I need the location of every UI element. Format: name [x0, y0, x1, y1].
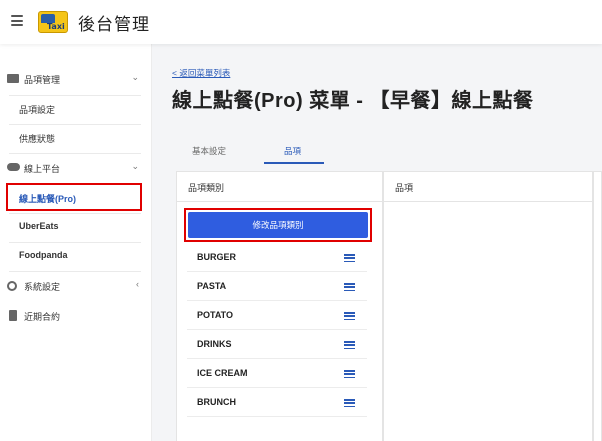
sidebar-item-product-management[interactable]: 品項管理 ⌄ [0, 65, 152, 94]
drag-handle-icon[interactable] [344, 254, 355, 263]
category-item[interactable]: PASTA [187, 272, 367, 301]
highlight-box-sidebar [6, 183, 142, 211]
logo: Taxi [38, 11, 68, 33]
folder-icon [7, 74, 19, 83]
drag-handle-icon[interactable] [344, 370, 355, 379]
active-tab-indicator [264, 162, 324, 164]
document-icon [9, 310, 17, 321]
cloud-icon [7, 163, 20, 171]
sidebar-item-online-platform[interactable]: 線上平台 ⌄ [0, 154, 152, 183]
category-item[interactable]: DRINKS [187, 330, 367, 359]
sidebar: 品項管理 ⌄ 品項設定 供應狀態 線上平台 ⌄ 線上點餐(Pro) UberEa… [0, 44, 152, 441]
chevron-down-icon: ⌄ [131, 161, 139, 171]
page-title: 線上點餐(Pro) 菜單 - 【早餐】線上點餐 [172, 90, 534, 112]
gear-icon [7, 281, 17, 291]
edit-category-button[interactable]: 修改品項類別 [188, 212, 368, 238]
drag-handle-icon[interactable] [344, 312, 355, 321]
category-panel-title: 品項類別 [188, 183, 225, 193]
category-item[interactable]: BURGER [187, 243, 367, 272]
chevron-down-icon: ⌄ [131, 72, 139, 82]
drag-handle-icon[interactable] [344, 399, 355, 408]
sidebar-item-system-settings[interactable]: 系統設定 ‹ [0, 272, 152, 301]
category-item[interactable]: BRUNCH [187, 388, 367, 417]
extra-panel-edge [593, 171, 602, 441]
items-panel-title: 品項 [395, 183, 414, 193]
category-item[interactable]: ICE CREAM [187, 359, 367, 388]
sidebar-item-product-settings[interactable]: 品項設定 [0, 95, 152, 124]
back-to-menu-list-link[interactable]: < 返回菜單列表 [172, 67, 230, 79]
tab-bar: 基本設定 品項 [172, 140, 602, 166]
tab-basic-settings[interactable]: 基本設定 [192, 145, 226, 157]
highlight-box-edit-category: 修改品項類別 [184, 208, 372, 242]
app-title: 後台管理 [78, 15, 150, 34]
hamburger-menu-icon[interactable] [11, 15, 23, 26]
sidebar-item-supply-status[interactable]: 供應狀態 [0, 124, 152, 153]
items-panel: 品項 [383, 171, 593, 441]
tab-items[interactable]: 品項 [284, 145, 301, 157]
chevron-left-icon: ‹ [136, 279, 139, 289]
category-item[interactable]: POTATO [187, 301, 367, 330]
sidebar-item-recent-contracts[interactable]: 近期合約 [0, 302, 152, 331]
drag-handle-icon[interactable] [344, 283, 355, 292]
drag-handle-icon[interactable] [344, 341, 355, 350]
sidebar-item-foodpanda[interactable]: Foodpanda [0, 242, 152, 271]
sidebar-item-ubereats[interactable]: UberEats [0, 213, 152, 242]
top-bar: Taxi 後台管理 [0, 0, 602, 44]
